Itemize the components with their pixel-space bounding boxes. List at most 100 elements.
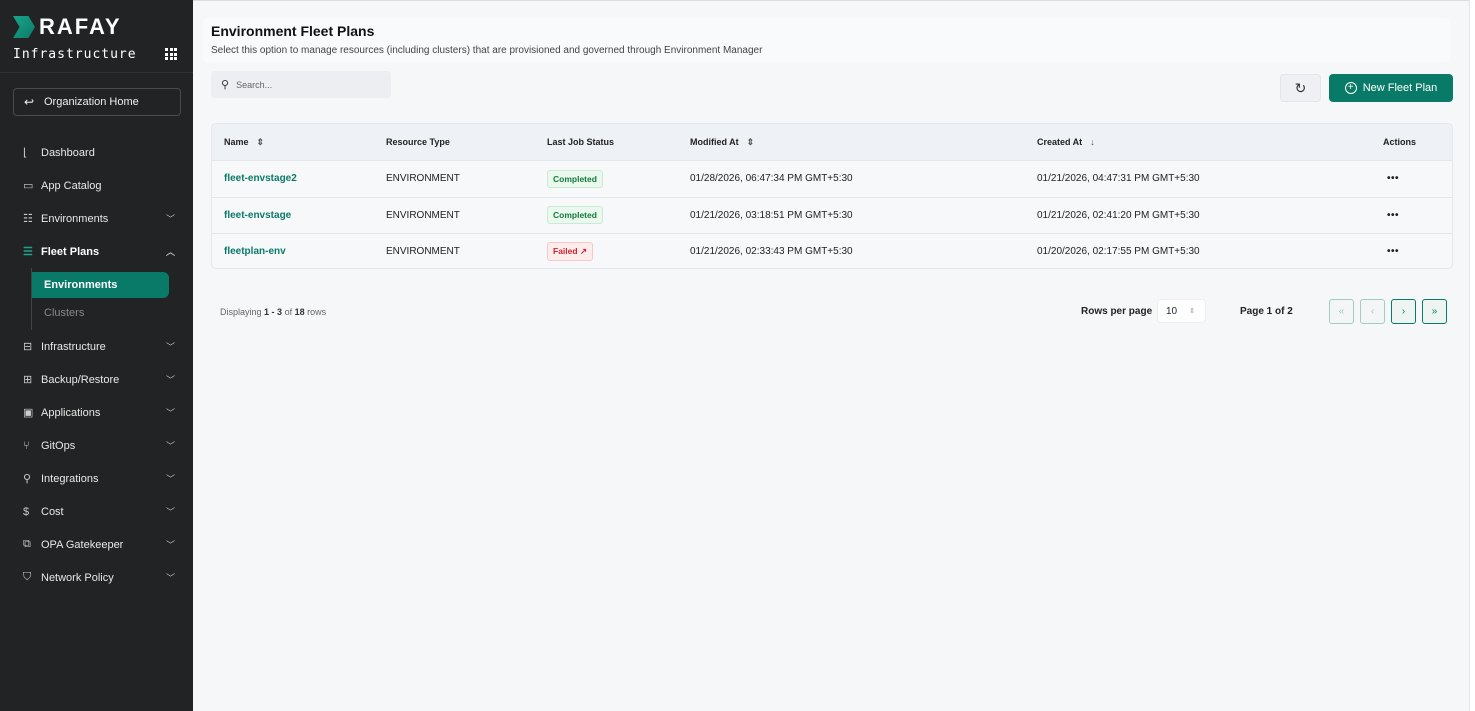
sidebar-item-cost[interactable]: $Cost﹀ <box>0 495 193 528</box>
more-actions-icon[interactable]: ••• <box>1387 234 1399 269</box>
header-label: Name <box>224 137 249 147</box>
sort-icon[interactable]: ⇕ <box>257 137 265 148</box>
item-label: Fleet Plans <box>41 246 99 258</box>
catalog-icon: ▭ <box>23 179 41 192</box>
column-header-actions: Actions <box>1383 124 1416 160</box>
page-indicator: Page 1 of 2 <box>1240 306 1293 317</box>
item-label: Backup/Restore <box>41 374 119 386</box>
fleet-icon: ☰ <box>23 245 41 258</box>
back-arrow-icon: ↩ <box>14 95 44 109</box>
more-actions-icon[interactable]: ••• <box>1387 161 1399 197</box>
created-at: 01/20/2026, 02:17:55 PM GMT+5:30 <box>1037 234 1200 269</box>
dollar-icon: $ <box>23 506 41 518</box>
org-home-label: Organization Home <box>44 96 139 108</box>
more-actions-icon[interactable]: ••• <box>1387 198 1399 234</box>
item-label: Infrastructure <box>41 341 106 353</box>
refresh-button[interactable]: ↻ <box>1280 74 1321 102</box>
item-label: GitOps <box>41 440 75 452</box>
chevron-down-icon: ﹀ <box>166 571 175 584</box>
displaying-rows-text: Displaying 1 - 3 of 18 rows <box>220 307 326 317</box>
sidebar-item-backup-restore[interactable]: ⊞Backup/Restore ﹀ <box>0 363 193 396</box>
sidebar-nav: ⌊Dashboard ▭App Catalog ☷Environments﹀ ☰… <box>0 136 193 594</box>
status-badge: Completed <box>547 170 603 188</box>
sidebar-item-gitops[interactable]: ⑂GitOps ﹀ <box>0 429 193 462</box>
sidebar: RAFAY Infrastructure ↩Organization Home … <box>0 0 193 711</box>
sidebar-subitem-environments[interactable]: Environments <box>32 272 169 298</box>
last-page-button[interactable]: » <box>1422 299 1447 324</box>
chevron-down-icon: ﹀ <box>166 538 175 551</box>
fleet-plan-name-link[interactable]: fleet-envstage2 <box>224 161 297 197</box>
fleet-plan-name-link[interactable]: fleet-envstage <box>224 198 291 234</box>
sidebar-item-environments[interactable]: ☷Environments﹀ <box>0 202 193 235</box>
top-border <box>193 0 1475 1</box>
item-label: Integrations <box>41 473 98 485</box>
briefcase-icon: ▣ <box>23 406 41 419</box>
sidebar-item-app-catalog[interactable]: ▭App Catalog <box>0 169 193 202</box>
displaying-suffix: rows <box>307 307 326 317</box>
logo-mark-icon <box>13 16 35 38</box>
sort-icon[interactable]: ⇕ <box>747 137 755 148</box>
item-label: Applications <box>41 407 100 419</box>
fleet-plan-name-link[interactable]: fleetplan-env <box>224 234 286 269</box>
table-row: fleetplan-env ENVIRONMENT Failed ↗ 01/21… <box>212 233 1452 269</box>
header-label: Created At <box>1037 137 1082 147</box>
section-title: Infrastructure <box>13 47 137 62</box>
table-header: Name ⇕ Resource Type Last Job Status Modi… <box>212 124 1452 160</box>
item-label: Cost <box>41 506 64 518</box>
app-grid-icon[interactable] <box>165 48 177 60</box>
item-label: Dashboard <box>41 147 95 159</box>
plug-icon: ⚲ <box>23 472 41 485</box>
modified-at: 01/28/2026, 06:47:34 PM GMT+5:30 <box>690 161 853 197</box>
rows-per-page-label: Rows per page <box>1081 306 1152 317</box>
chevron-down-icon: ﹀ <box>166 373 175 386</box>
chevron-up-icon: ︿ <box>166 245 175 258</box>
next-page-button[interactable]: › <box>1391 299 1416 324</box>
policy-icon: ⧉ <box>23 538 41 551</box>
new-fleet-plan-label: New Fleet Plan <box>1363 82 1438 94</box>
displaying-total: 18 <box>295 307 305 317</box>
sidebar-item-infrastructure[interactable]: ⊟Infrastructure﹀ <box>0 330 193 363</box>
git-icon: ⑂ <box>23 440 41 452</box>
rows-per-page-select[interactable]: 10⇕ <box>1157 299 1206 323</box>
modified-at: 01/21/2026, 03:18:51 PM GMT+5:30 <box>690 198 853 234</box>
plus-circle-icon: + <box>1345 82 1357 94</box>
sort-desc-icon[interactable]: ↓ <box>1090 137 1095 147</box>
page-description: Select this option to manage resources (… <box>211 45 762 56</box>
list-icon: ☷ <box>23 212 41 225</box>
sidebar-item-network-policy[interactable]: ⛉Network Policy﹀ <box>0 561 193 594</box>
sidebar-item-opa-gatekeeper[interactable]: ⧉OPA Gatekeeper﹀ <box>0 528 193 561</box>
backup-icon: ⊞ <box>23 373 41 386</box>
column-header-resource-type: Resource Type <box>386 124 450 160</box>
refresh-icon: ↻ <box>1295 80 1307 96</box>
first-page-button[interactable]: « <box>1329 299 1354 324</box>
table-row: fleet-envstage ENVIRONMENT Completed 01/… <box>212 197 1452 234</box>
external-link-icon: ↗ <box>580 246 587 256</box>
chevron-down-icon: ﹀ <box>166 439 175 452</box>
rafay-logo[interactable]: RAFAY <box>13 14 122 40</box>
sidebar-item-dashboard[interactable]: ⌊Dashboard <box>0 136 193 169</box>
column-header-name[interactable]: Name ⇕ <box>224 124 264 160</box>
table-row: fleet-envstage2 ENVIRONMENT Completed 01… <box>212 160 1452 197</box>
chevron-down-icon: ﹀ <box>166 340 175 353</box>
item-label: App Catalog <box>41 180 102 192</box>
created-at: 01/21/2026, 04:47:31 PM GMT+5:30 <box>1037 161 1200 197</box>
status-badge-failed[interactable]: Failed ↗ <box>547 242 593 261</box>
column-header-created-at[interactable]: Created At ↓ <box>1037 124 1095 160</box>
sidebar-subitem-clusters[interactable]: Clusters <box>32 300 169 326</box>
column-header-modified-at[interactable]: Modified At⇕ <box>690 124 754 160</box>
fleet-plans-submenu: Environments Clusters <box>31 268 193 330</box>
column-header-last-job-status: Last Job Status <box>547 124 614 160</box>
sidebar-item-fleet-plans[interactable]: ☰Fleet Plans ︿ <box>0 235 193 268</box>
new-fleet-plan-button[interactable]: + New Fleet Plan <box>1329 74 1453 102</box>
previous-page-button[interactable]: ‹ <box>1360 299 1385 324</box>
sidebar-item-integrations[interactable]: ⚲Integrations﹀ <box>0 462 193 495</box>
organization-home-button[interactable]: ↩Organization Home <box>13 88 181 116</box>
search-icon: ⚲ <box>221 78 229 91</box>
chevron-down-icon: ﹀ <box>166 212 175 225</box>
status-badge: Completed <box>547 206 603 224</box>
sidebar-item-applications[interactable]: ▣Applications﹀ <box>0 396 193 429</box>
displaying-prefix: Displaying <box>220 307 262 317</box>
search-input[interactable]: ⚲ Search... <box>211 71 391 98</box>
window-edge <box>1469 0 1475 711</box>
search-placeholder: Search... <box>236 80 272 90</box>
